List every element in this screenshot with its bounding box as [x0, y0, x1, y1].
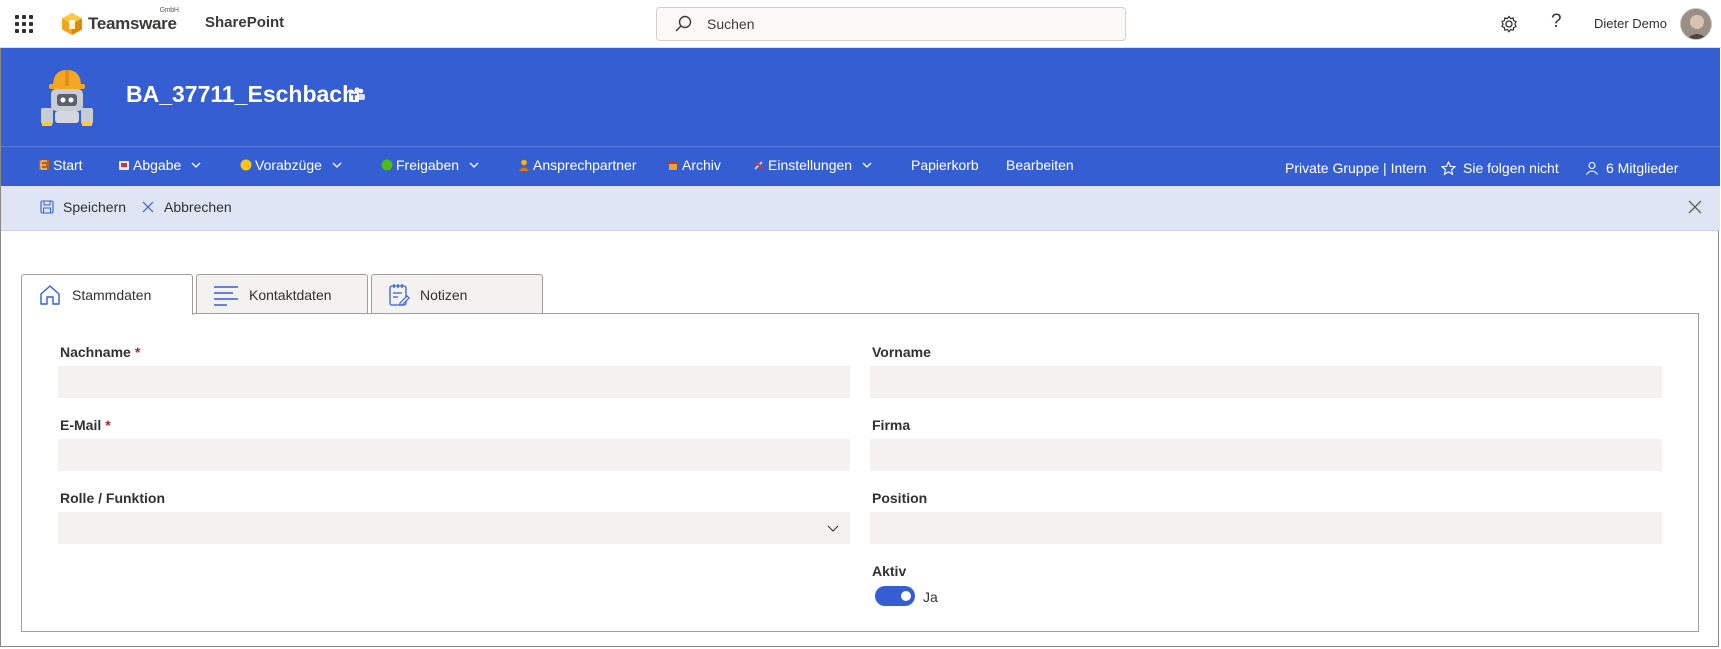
nav-label: Start	[53, 157, 83, 173]
nav-label: Archiv	[682, 157, 721, 173]
site-navigation: Start Abgabe Vorabzüge Freigaben Ansprec…	[1, 146, 1720, 186]
green-circle-icon	[381, 159, 393, 171]
firma-field[interactable]	[870, 439, 1662, 471]
group-info: Private Gruppe | Intern	[1285, 160, 1427, 176]
aktiv-label: Aktiv	[872, 563, 907, 579]
chevron-down-icon	[332, 162, 342, 168]
start-icon	[39, 160, 49, 170]
close-icon	[142, 201, 154, 213]
nav-item-bearbeiten[interactable]: Bearbeiten	[1006, 157, 1074, 173]
nav-label: Bearbeiten	[1006, 157, 1074, 173]
vorname-label: Vorname	[872, 344, 931, 360]
nav-label: Vorabzüge	[255, 157, 322, 173]
search-icon	[675, 15, 692, 32]
required-marker: *	[105, 417, 111, 433]
gear-icon[interactable]	[1499, 14, 1519, 34]
members-button[interactable]: 6 Mitglieder	[1585, 160, 1678, 176]
chevron-down-icon[interactable]	[827, 522, 839, 534]
yellow-circle-icon	[240, 159, 252, 171]
chevron-down-icon	[469, 162, 479, 168]
avatar[interactable]	[1680, 8, 1712, 40]
aktiv-toggle[interactable]	[875, 586, 915, 606]
nachname-label: Nachname *	[60, 344, 141, 360]
nav-label: Freigaben	[396, 157, 460, 173]
site-title: BA_37711_Eschbach	[126, 81, 357, 107]
aktiv-value: Ja	[923, 589, 938, 605]
brand-name: Teamsware GmbH	[88, 7, 179, 33]
follow-label: Sie folgen nicht	[1463, 160, 1559, 176]
nav-item-ansprechpartner[interactable]: Ansprechpartner	[518, 157, 637, 173]
email-field[interactable]	[58, 439, 850, 471]
star-icon	[1441, 160, 1456, 175]
form-panel	[21, 313, 1699, 632]
app-name[interactable]: SharePoint	[205, 14, 284, 31]
tab-label: Kontaktdaten	[249, 286, 332, 303]
app-launcher-icon[interactable]	[14, 14, 34, 34]
user-name[interactable]: Dieter Demo	[1594, 16, 1667, 31]
nav-label: Ansprechpartner	[533, 157, 637, 173]
rolle-select[interactable]	[58, 512, 850, 544]
inbox-icon	[119, 161, 129, 170]
teamsware-logo-icon	[62, 13, 82, 35]
tab-label: Notizen	[420, 286, 468, 303]
cancel-button[interactable]: Abbrechen	[141, 199, 232, 215]
archive-box-icon	[668, 161, 678, 170]
tab-kontaktdaten[interactable]: Kontaktdaten	[196, 274, 368, 314]
save-button[interactable]: Speichern	[40, 199, 126, 215]
members-label: 6 Mitglieder	[1606, 160, 1679, 176]
site-header: BA_37711_Eschbach	[1, 48, 1720, 146]
search-box[interactable]	[656, 7, 1126, 41]
nav-label: Papierkorb	[911, 157, 979, 173]
tools-icon	[754, 161, 764, 170]
nav-item-archiv[interactable]: Archiv	[667, 157, 721, 173]
toggle-knob	[901, 591, 911, 601]
position-label: Position	[872, 490, 928, 506]
nav-item-papierkorb[interactable]: Papierkorb	[911, 157, 979, 173]
nav-item-start[interactable]: Start	[38, 157, 83, 173]
brand-suffix: GmbH	[159, 7, 179, 14]
nav-label: Abgabe	[133, 157, 182, 173]
nav-item-vorabzuege[interactable]: Vorabzüge	[240, 157, 342, 173]
tab-stammdaten[interactable]: Stammdaten	[21, 274, 193, 315]
chevron-down-icon	[191, 162, 201, 168]
brand-logo[interactable]: Teamsware GmbH	[60, 7, 179, 38]
teams-icon[interactable]	[348, 86, 366, 104]
nav-item-einstellungen[interactable]: Einstellungen	[753, 157, 872, 173]
follow-button[interactable]: Sie folgen nicht	[1441, 160, 1559, 176]
avatar-photo-icon	[1681, 9, 1711, 39]
tab-notizen[interactable]: Notizen	[371, 274, 543, 314]
nav-label: Einstellungen	[768, 157, 853, 173]
chevron-down-icon	[862, 162, 872, 168]
cancel-label: Abbrechen	[164, 199, 232, 215]
dismiss-icon[interactable]	[1688, 200, 1702, 214]
position-field[interactable]	[870, 512, 1662, 544]
nav-item-abgabe[interactable]: Abgabe	[118, 157, 201, 173]
site-logo-icon[interactable]	[35, 64, 99, 130]
save-label: Speichern	[63, 199, 127, 215]
save-icon	[40, 200, 54, 214]
help-icon[interactable]: ?	[1551, 11, 1562, 33]
command-bar: Speichern Abbrechen	[1, 186, 1720, 231]
nachname-field[interactable]	[58, 366, 850, 398]
text-lines-icon	[214, 285, 238, 306]
required-marker: *	[134, 344, 141, 360]
tab-label: Stammdaten	[72, 287, 152, 303]
suite-bar: TeamswareGmbH SharePoint ? Dieter Demo	[0, 0, 1721, 48]
search-input[interactable]	[705, 15, 1089, 33]
firma-label: Firma	[872, 417, 911, 433]
rolle-label: Rolle / Funktion	[60, 490, 165, 506]
email-label: E-Mail *	[60, 417, 111, 433]
notes-edit-icon	[389, 283, 410, 306]
nav-item-freigaben[interactable]: Freigaben	[381, 157, 479, 173]
vorname-field[interactable]	[870, 366, 1662, 398]
home-icon	[40, 285, 60, 305]
person-icon	[519, 159, 529, 171]
person-outline-icon	[1586, 161, 1598, 175]
